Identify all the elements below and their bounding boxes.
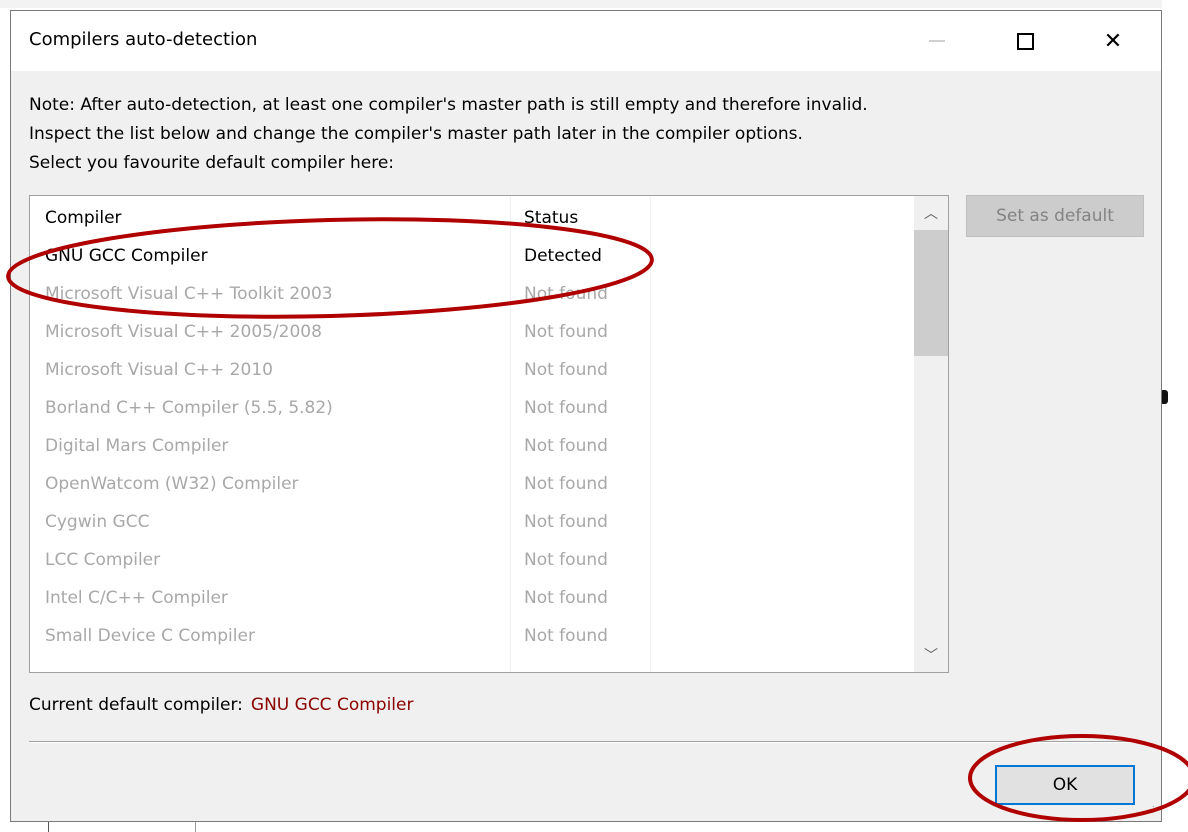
- current-default-label: Current default compiler:: [29, 695, 243, 715]
- compiler-status: Not found: [524, 626, 608, 646]
- ok-button[interactable]: OK: [995, 765, 1135, 805]
- list-item[interactable]: Borland C++ Compiler (5.5, 5.82) Not fou…: [30, 390, 914, 428]
- column-header-compiler[interactable]: Compiler: [45, 208, 122, 228]
- compiler-status: Not found: [524, 474, 608, 494]
- compiler-list[interactable]: Compiler Status GNU GCC Compiler Detecte…: [29, 195, 949, 673]
- chevron-up-icon: ︿: [924, 206, 938, 222]
- background-divider: [195, 822, 196, 832]
- list-item[interactable]: Cygwin GCC Not found: [30, 504, 914, 542]
- compilers-auto-detection-dialog: Compilers auto-detection ✕ Note: After a…: [10, 10, 1162, 822]
- minimize-icon: [929, 40, 945, 42]
- compiler-status: Not found: [524, 284, 608, 304]
- compiler-status: Not found: [524, 398, 608, 418]
- compiler-status: Not found: [524, 322, 608, 342]
- list-item[interactable]: Microsoft Visual C++ 2005/2008 Not found: [30, 314, 914, 352]
- vertical-scrollbar[interactable]: ︿ ﹀: [914, 196, 948, 672]
- compiler-name: Microsoft Visual C++ 2010: [45, 360, 273, 380]
- background-app-edge: [1162, 0, 1188, 832]
- scroll-up-button[interactable]: ︿: [914, 196, 948, 230]
- scroll-thumb[interactable]: [914, 230, 948, 356]
- column-header-status[interactable]: Status: [524, 208, 578, 228]
- compiler-status: Not found: [524, 588, 608, 608]
- close-button[interactable]: ✕: [1083, 11, 1143, 71]
- compiler-status: Not found: [524, 360, 608, 380]
- set-as-default-button[interactable]: Set as default: [966, 195, 1144, 237]
- scroll-down-button[interactable]: ﹀: [914, 638, 948, 672]
- background-app-bottom: [0, 822, 1188, 832]
- close-icon: ✕: [1103, 28, 1123, 54]
- compiler-status: Not found: [524, 512, 608, 532]
- compiler-name: Intel C/C++ Compiler: [45, 588, 228, 608]
- background-divider: [48, 822, 49, 832]
- list-header[interactable]: Compiler Status: [30, 200, 914, 238]
- list-item[interactable]: Intel C/C++ Compiler Not found: [30, 580, 914, 618]
- divider: [29, 741, 1145, 743]
- note-text: Note: After auto-detection, at least one…: [29, 91, 1139, 178]
- maximize-icon: [1016, 32, 1034, 50]
- chevron-down-icon: ﹀: [924, 648, 938, 664]
- list-item[interactable]: Microsoft Visual C++ Toolkit 2003 Not fo…: [30, 276, 914, 314]
- compiler-name: GNU GCC Compiler: [45, 246, 208, 266]
- note-line: Note: After auto-detection, at least one…: [29, 95, 868, 115]
- compiler-name: LCC Compiler: [45, 550, 161, 570]
- list-item[interactable]: LCC Compiler Not found: [30, 542, 914, 580]
- compiler-name: Microsoft Visual C++ Toolkit 2003: [45, 284, 333, 304]
- compiler-name: Cygwin GCC: [45, 512, 150, 532]
- compiler-status: Not found: [524, 550, 608, 570]
- minimize-button[interactable]: [907, 11, 967, 71]
- list-item[interactable]: Microsoft Visual C++ 2010 Not found: [30, 352, 914, 390]
- window-title: Compilers auto-detection: [29, 29, 258, 50]
- list-item[interactable]: Small Device C Compiler Not found: [30, 618, 914, 656]
- compiler-status: Detected: [524, 246, 602, 266]
- compiler-name: Digital Mars Compiler: [45, 436, 229, 456]
- list-item[interactable]: OpenWatcom (W32) Compiler Not found: [30, 466, 914, 504]
- compiler-status: Not found: [524, 436, 608, 456]
- resize-grip-icon[interactable]: ⋰: [1145, 805, 1155, 816]
- list-item[interactable]: GNU GCC Compiler Detected: [30, 238, 914, 276]
- compiler-name: Microsoft Visual C++ 2005/2008: [45, 322, 322, 342]
- background-app-strip: [0, 0, 1188, 8]
- title-bar[interactable]: Compilers auto-detection ✕: [11, 11, 1161, 71]
- note-line: Inspect the list below and change the co…: [29, 124, 803, 144]
- note-line: Select you favourite default compiler he…: [29, 153, 395, 173]
- compiler-name: Small Device C Compiler: [45, 626, 255, 646]
- current-default-value: GNU GCC Compiler: [250, 695, 414, 715]
- list-item[interactable]: Digital Mars Compiler Not found: [30, 428, 914, 466]
- compiler-name: Borland C++ Compiler (5.5, 5.82): [45, 398, 333, 418]
- current-default-compiler: Current default compiler: GNU GCC Compile…: [29, 695, 413, 715]
- compiler-name: OpenWatcom (W32) Compiler: [45, 474, 299, 494]
- maximize-button[interactable]: [995, 11, 1055, 71]
